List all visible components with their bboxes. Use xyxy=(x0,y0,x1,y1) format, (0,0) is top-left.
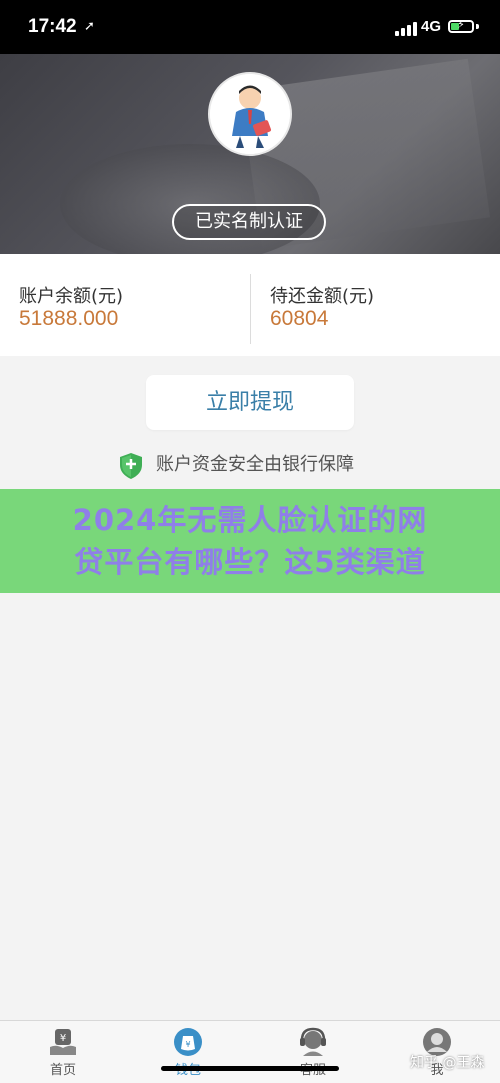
tab-customer-service[interactable]: 客服 xyxy=(263,1021,363,1083)
home-indicator[interactable] xyxy=(161,1066,339,1071)
balance-divider xyxy=(250,274,251,344)
overlay-title-line-1: 2024年无需人脸认证的网 xyxy=(72,503,428,537)
tab-home[interactable]: ¥ 首页 xyxy=(13,1021,113,1083)
battery-cap xyxy=(476,24,479,29)
status-time: 17:42 xyxy=(28,16,77,37)
shield-icon xyxy=(120,453,142,479)
battery-icon: ⚡ xyxy=(448,18,474,33)
verified-badge: 已实名制认证 xyxy=(172,204,326,240)
balance-panel: 账户余额(元) 51888.000 待还金额(元) 60804 xyxy=(0,254,500,356)
wallet-icon: ¥ xyxy=(174,1028,202,1056)
pending-repayment-value: 60804 xyxy=(270,307,329,330)
charging-icon: ⚡ xyxy=(457,18,465,31)
pending-repayment-label: 待还金额(元) xyxy=(270,286,375,307)
profile-header: 已实名制认证 xyxy=(0,54,500,254)
tab-home-label: 首页 xyxy=(49,1063,76,1078)
svg-text:¥: ¥ xyxy=(185,1040,190,1049)
overlay-title-banner: 2024年无需人脸认证的网 贷平台有哪些？这5类渠道 xyxy=(0,489,500,593)
withdraw-now-button[interactable]: 立即提现 xyxy=(146,375,354,430)
location-icon: ➚ xyxy=(84,19,95,34)
customer-service-icon xyxy=(300,1027,326,1056)
watermark: 知乎 @王森 xyxy=(410,1055,485,1071)
overlay-title-line-2: 贷平台有哪些？这5类渠道 xyxy=(74,545,426,579)
avatar[interactable] xyxy=(208,72,292,156)
account-balance-value: 51888.000 xyxy=(19,307,119,330)
tab-wallet[interactable]: ¥ 钱包 xyxy=(138,1021,238,1083)
signal-icon xyxy=(395,21,417,36)
account-balance-label: 账户余额(元) xyxy=(19,286,124,307)
security-note-text: 账户资金安全由银行保障 xyxy=(156,454,354,475)
svg-text:¥: ¥ xyxy=(60,1033,66,1044)
cartoon-businessman-avatar-icon xyxy=(210,74,290,154)
network-type: 4G xyxy=(421,18,442,35)
status-bar: 17:42 ➚ 4G ⚡ xyxy=(0,0,500,54)
home-yen-icon: ¥ xyxy=(50,1029,76,1055)
